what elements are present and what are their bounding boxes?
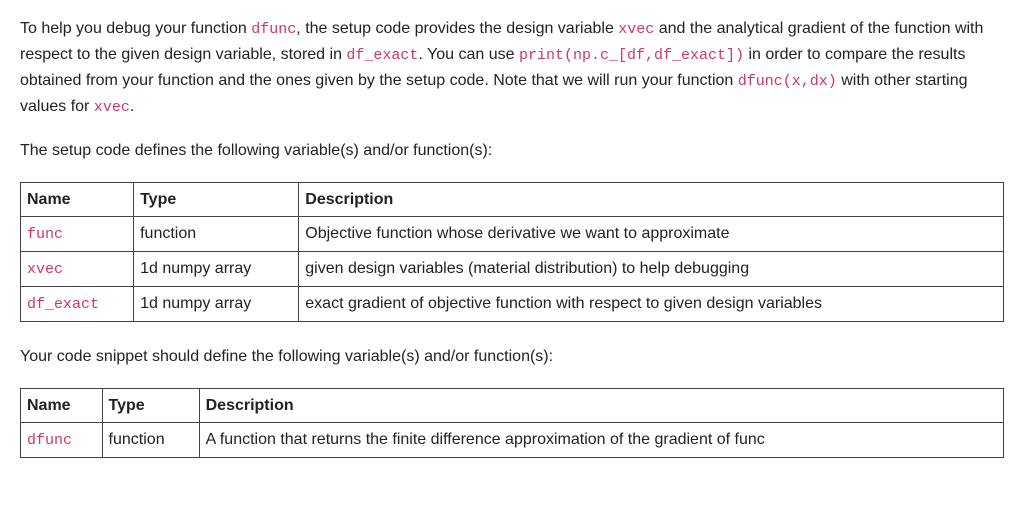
table-row: func function Objective function whose d… [21,217,1004,252]
cell-name: df_exact [21,287,134,322]
cell-name: xvec [21,252,134,287]
setup-intro-paragraph: The setup code defines the following var… [20,138,1004,164]
table-row: dfunc function A function that returns t… [21,423,1004,458]
code-xvec: xvec [618,21,654,38]
code-df-exact: df_exact [346,47,418,64]
cell-name: dfunc [21,423,103,458]
setup-variables-table: Name Type Description func function Obje… [20,182,1004,323]
var-name: xvec [27,261,63,278]
cell-name: func [21,217,134,252]
intro-text: To help you debug your function [20,20,251,37]
header-description: Description [199,388,1003,423]
cell-type: 1d numpy array [134,287,299,322]
intro-text: . You can use [418,46,519,63]
table-row: xvec 1d numpy array given design variabl… [21,252,1004,287]
cell-description: Objective function whose derivative we w… [299,217,1004,252]
header-name: Name [21,182,134,217]
header-description: Description [299,182,1004,217]
intro-text: . [130,98,134,115]
code-xvec-2: xvec [94,99,130,116]
cell-description: given design variables (material distrib… [299,252,1004,287]
cell-description: A function that returns the finite diffe… [199,423,1003,458]
header-type: Type [102,388,199,423]
cell-description: exact gradient of objective function wit… [299,287,1004,322]
var-name: func [27,226,63,243]
cell-type: 1d numpy array [134,252,299,287]
intro-text: , the setup code provides the design var… [296,20,618,37]
var-name: dfunc [27,432,72,449]
header-type: Type [134,182,299,217]
table-header-row: Name Type Description [21,388,1004,423]
table-row: df_exact 1d numpy array exact gradient o… [21,287,1004,322]
code-dfunc: dfunc [251,21,296,38]
var-name: df_exact [27,296,99,313]
intro-paragraph: To help you debug your function dfunc, t… [20,16,1004,120]
snippet-intro-paragraph: Your code snippet should define the foll… [20,344,1004,370]
code-print: print(np.c_[df,df_exact]) [519,47,744,64]
code-dfunc-call: dfunc(x,dx) [738,73,837,90]
output-variables-table: Name Type Description dfunc function A f… [20,388,1004,459]
header-name: Name [21,388,103,423]
table-header-row: Name Type Description [21,182,1004,217]
cell-type: function [134,217,299,252]
cell-type: function [102,423,199,458]
